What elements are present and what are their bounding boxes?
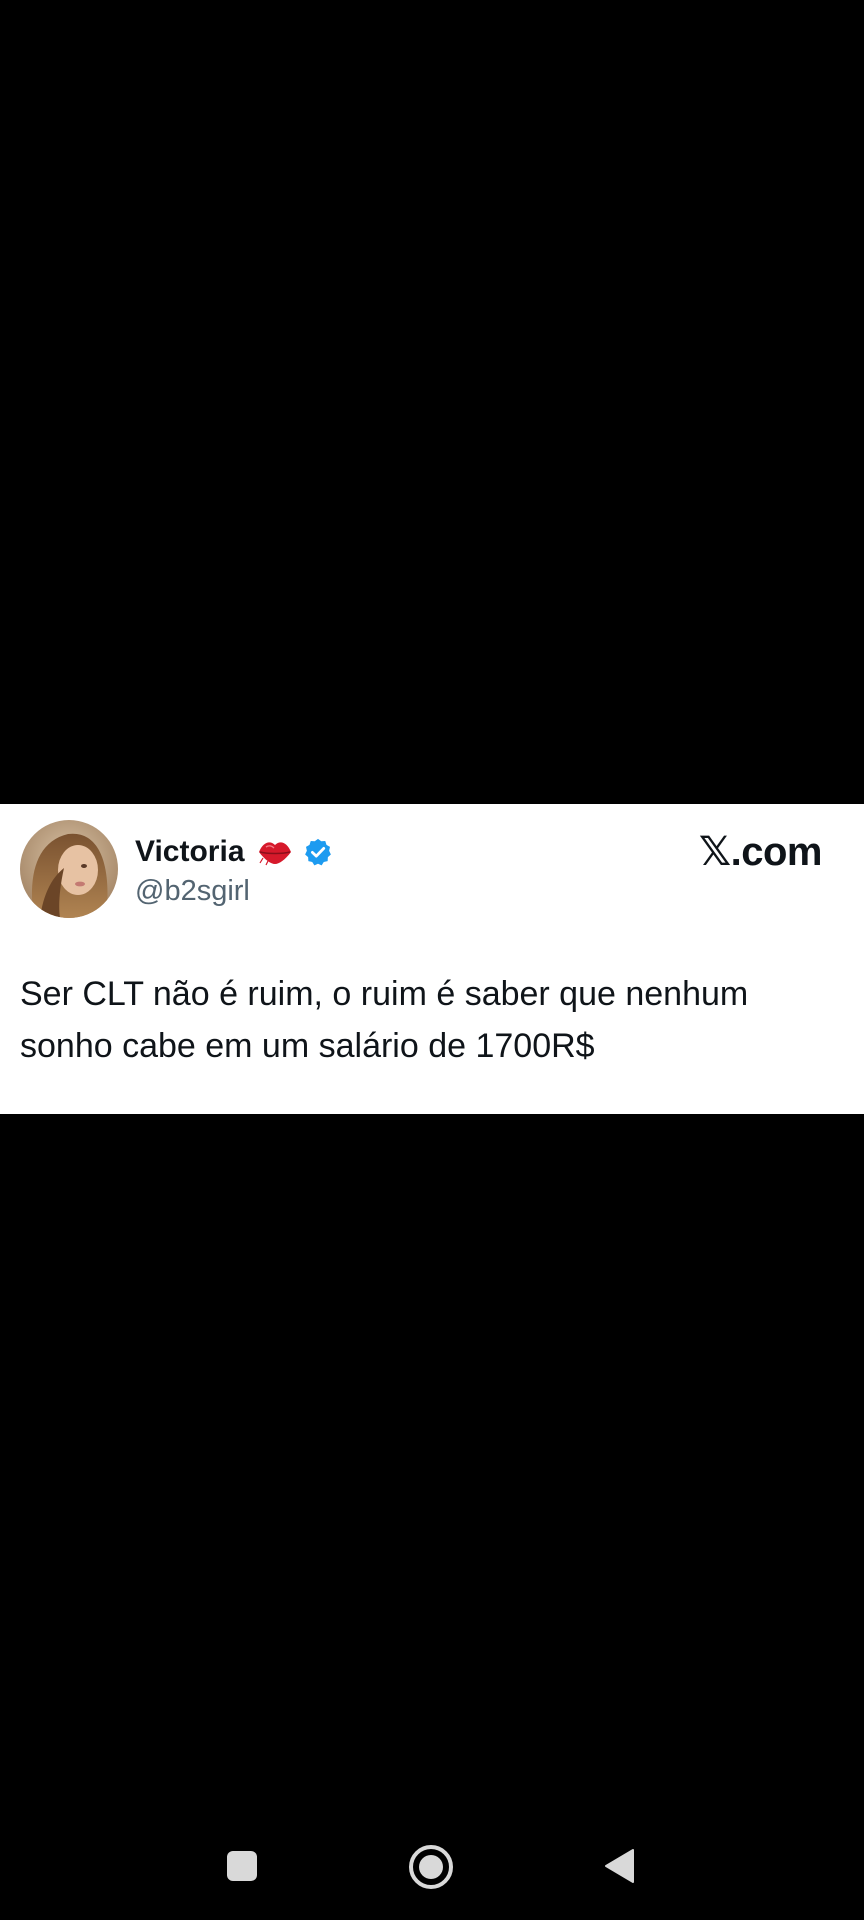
android-navigation-bar [0, 1800, 864, 1920]
user-handle[interactable]: @b2sgirl [135, 874, 250, 909]
avatar-photo-icon [20, 820, 118, 918]
tweet-text: Ser CLT não é ruim, o ruim é saber que n… [20, 975, 749, 1065]
lips-kiss-icon [257, 838, 293, 866]
home-button[interactable] [408, 1844, 454, 1890]
recents-button[interactable] [226, 1850, 258, 1882]
back-icon [605, 1849, 634, 1883]
back-button[interactable] [603, 1848, 635, 1884]
screen: Victoria @b2sgirl 𝕏.com Ser CLT não é ru… [0, 0, 864, 1920]
avatar[interactable] [20, 820, 118, 918]
display-name[interactable]: Victoria [135, 837, 245, 867]
name-row: Victoria [135, 830, 333, 874]
home-icon [409, 1845, 453, 1889]
x-com-logo[interactable]: 𝕏.com [698, 828, 823, 876]
x-logo-icon: 𝕏 [698, 829, 731, 875]
site-domain: .com [730, 830, 823, 874]
recents-icon [227, 1851, 257, 1881]
verified-badge-icon [303, 837, 333, 867]
tweet-card[interactable]: Victoria @b2sgirl 𝕏.com Ser CLT não é ru… [0, 804, 864, 1114]
